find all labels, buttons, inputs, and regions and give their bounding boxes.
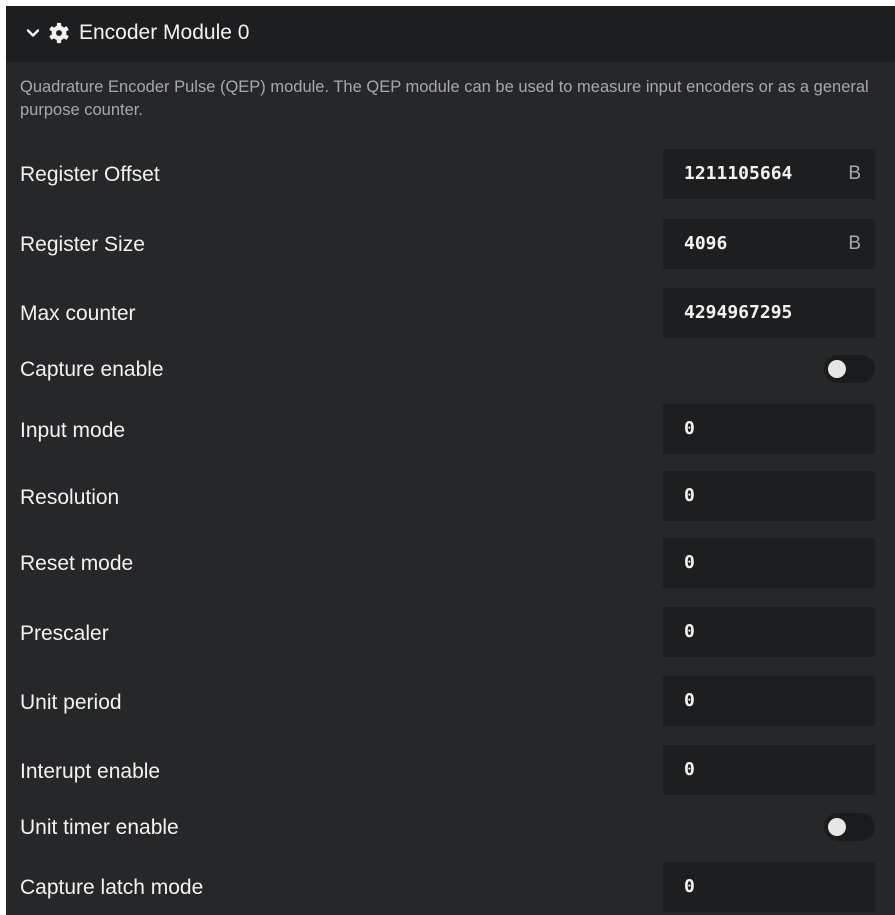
field-value[interactable]: 0 (684, 620, 824, 644)
unit-label: B (848, 163, 861, 184)
field-value[interactable]: 0 (684, 758, 824, 782)
input-mode-input[interactable]: 0 (663, 404, 875, 454)
register-size-input[interactable]: 4096 B (663, 219, 875, 269)
field-label: Register Offset (20, 163, 160, 186)
field-label: Max counter (20, 302, 136, 325)
toggle-knob (828, 818, 846, 836)
field-label: Capture latch mode (20, 876, 204, 899)
field-label: Register Size (20, 233, 145, 256)
field-label: Resolution (20, 486, 120, 509)
field-label: Prescaler (20, 622, 109, 645)
capture-latch-mode-input[interactable]: 0 (663, 862, 875, 912)
register-offset-input[interactable]: 1211105664 B (663, 149, 875, 199)
field-label: Input mode (20, 419, 126, 442)
capture-enable-toggle[interactable] (824, 355, 875, 383)
unit-label: B (848, 233, 861, 254)
section-description: Quadrature Encoder Pulse (QEP) module. T… (20, 78, 869, 119)
unit-timer-enable-toggle[interactable] (824, 813, 875, 841)
reset-mode-input[interactable]: 0 (663, 538, 875, 588)
toggle-knob (828, 360, 846, 378)
interupt-enable-input[interactable]: 0 (663, 745, 875, 795)
section-header[interactable]: Encoder Module 0 (6, 6, 895, 62)
max-counter-input[interactable]: 4294967295 (663, 288, 875, 338)
unit-period-input[interactable]: 0 (663, 676, 875, 726)
field-label: Reset mode (20, 552, 134, 575)
prescaler-input[interactable]: 0 (663, 607, 875, 657)
field-value[interactable]: 0 (684, 417, 824, 441)
field-label: Capture enable (20, 358, 164, 381)
chevron-down-icon[interactable] (26, 26, 40, 40)
field-label: Interupt enable (20, 760, 161, 783)
field-value[interactable]: 4096 (684, 232, 824, 256)
encoder-module-panel: Encoder Module 0 Quadrature Encoder Puls… (6, 6, 895, 915)
field-label: Unit period (20, 691, 122, 714)
field-value[interactable]: 0 (684, 551, 824, 575)
field-label: Unit timer enable (20, 816, 179, 839)
field-value[interactable]: 1211105664 (684, 162, 811, 186)
field-value[interactable]: 4294967295 (684, 301, 864, 325)
field-value[interactable]: 0 (684, 689, 824, 713)
section-title: Encoder Module 0 (79, 21, 250, 44)
resolution-input[interactable]: 0 (663, 471, 875, 521)
gear-icon (49, 22, 69, 44)
field-value[interactable]: 0 (684, 484, 824, 508)
field-value[interactable]: 0 (684, 875, 824, 899)
